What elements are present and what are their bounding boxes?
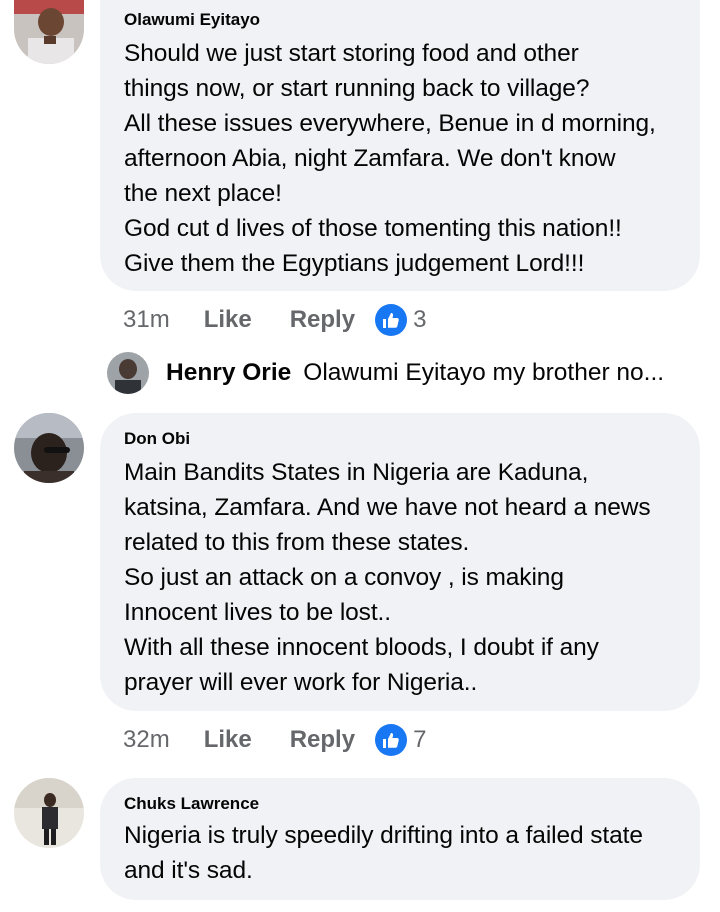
comment-author[interactable]: Chuks Lawrence bbox=[124, 794, 678, 814]
comment-bubble: Don Obi Main Bandits States in Nigeria a… bbox=[100, 413, 700, 711]
comment-timestamp[interactable]: 31m bbox=[123, 306, 170, 334]
like-thumb-icon[interactable] bbox=[375, 304, 408, 336]
reply-button[interactable]: Reply bbox=[290, 726, 355, 754]
reply-button[interactable]: Reply bbox=[290, 306, 355, 334]
reply-text[interactable]: Olawumi Eyitayo my brother no... bbox=[303, 359, 664, 387]
like-button[interactable]: Like bbox=[204, 306, 252, 334]
avatar[interactable] bbox=[14, 778, 84, 848]
avatar[interactable] bbox=[14, 413, 84, 483]
comment-timestamp[interactable]: 32m bbox=[123, 726, 170, 754]
comment-actions: 31m Like Reply 3 bbox=[123, 302, 426, 338]
comment-author[interactable]: Olawumi Eyitayo bbox=[124, 10, 678, 30]
reply-author[interactable]: Henry Orie bbox=[166, 359, 291, 387]
reply-preview[interactable]: Henry Orie Olawumi Eyitayo my brother no… bbox=[107, 352, 707, 394]
like-thumb-icon[interactable] bbox=[375, 724, 408, 756]
comment-text: Should we just start storing food and ot… bbox=[124, 40, 656, 277]
avatar[interactable] bbox=[107, 352, 149, 394]
comment-bubble: Olawumi Eyitayo Should we just start sto… bbox=[100, 0, 700, 291]
like-button[interactable]: Like bbox=[204, 726, 252, 754]
comment-text: Nigeria is truly speedily drifting into … bbox=[124, 822, 643, 884]
reaction-count[interactable]: 3 bbox=[413, 306, 426, 334]
comment-actions: 32m Like Reply 7 bbox=[123, 722, 426, 758]
avatar[interactable] bbox=[14, 0, 84, 64]
reaction-count[interactable]: 7 bbox=[413, 726, 426, 754]
comment-bubble: Chuks Lawrence Nigeria is truly speedily… bbox=[100, 778, 700, 900]
comment-author[interactable]: Don Obi bbox=[124, 429, 678, 449]
comment-text: Main Bandits States in Nigeria are Kadun… bbox=[124, 459, 651, 696]
